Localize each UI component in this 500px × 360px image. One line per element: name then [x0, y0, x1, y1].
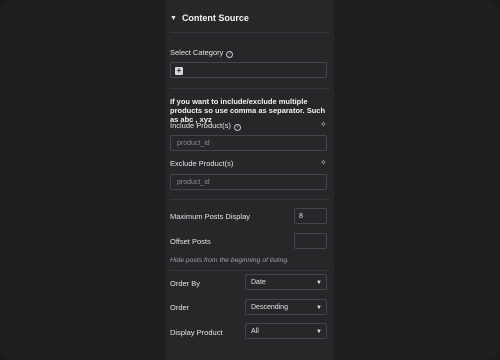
include-products-placeholder: product_id [177, 140, 210, 147]
order-label: Order [170, 303, 190, 312]
order-by-label: Order By [170, 279, 201, 288]
section-header-content-source[interactable]: ▼ Content Source [170, 13, 249, 23]
section-title: Content Source [181, 13, 249, 23]
chevron-down-icon: ▼ [316, 305, 322, 311]
divider [170, 270, 330, 271]
ai-sparkle-icon[interactable]: ✧ [320, 158, 327, 167]
max-posts-input[interactable]: 8 [294, 208, 327, 224]
divider [170, 88, 330, 89]
max-posts-value: 8 [299, 213, 303, 220]
settings-panel: ▼ Content Source Select Category? + If y… [166, 0, 334, 360]
order-by-value: Date [251, 279, 266, 286]
offset-posts-input[interactable] [294, 233, 327, 249]
order-select[interactable]: Descending ▼ [245, 299, 327, 315]
category-select-box[interactable]: + [170, 62, 327, 78]
add-category-button[interactable]: + [175, 67, 183, 75]
select-category-label: Select Category? [170, 48, 234, 58]
caret-down-icon: ▼ [170, 14, 177, 22]
include-products-input[interactable]: product_id [170, 135, 327, 151]
display-product-label: Display Product [170, 328, 223, 337]
ai-sparkle-icon[interactable]: ✧ [320, 120, 327, 129]
chevron-down-icon: ▼ [316, 280, 322, 286]
divider [170, 32, 330, 33]
order-value: Descending [251, 304, 288, 311]
display-product-value: All [251, 328, 259, 335]
exclude-products-input[interactable]: product_id [170, 174, 327, 190]
separator-note: If you want to include/exclude multiple … [170, 97, 326, 124]
app-frame: ▼ Content Source Select Category? + If y… [0, 0, 500, 360]
order-by-select[interactable]: Date ▼ [245, 274, 327, 290]
display-product-select[interactable]: All ▼ [245, 323, 327, 339]
include-products-label: Include Product(s)? [170, 121, 241, 131]
exclude-products-label: Exclude Product(s) [170, 159, 234, 168]
chevron-down-icon: ▼ [316, 329, 322, 335]
divider [170, 199, 330, 200]
offset-posts-label: Offset Posts [170, 237, 211, 246]
help-icon[interactable]: ? [226, 50, 234, 58]
offset-posts-hint: Hide posts from the beginning of listing… [170, 257, 290, 264]
help-icon[interactable]: ? [233, 123, 241, 131]
exclude-products-placeholder: product_id [177, 179, 210, 186]
max-posts-label: Maximum Posts Display [170, 212, 251, 221]
